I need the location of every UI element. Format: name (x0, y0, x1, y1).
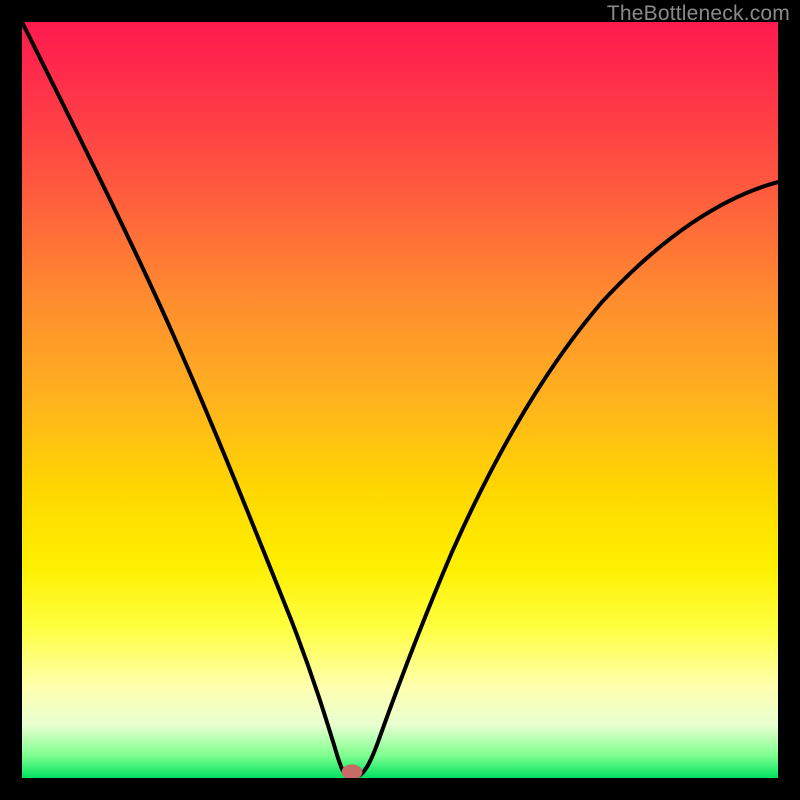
curve-svg (22, 22, 778, 778)
bottleneck-curve (22, 22, 778, 776)
chart-frame: TheBottleneck.com (0, 0, 800, 800)
plot-area (22, 22, 778, 778)
minimum-marker (342, 765, 362, 778)
